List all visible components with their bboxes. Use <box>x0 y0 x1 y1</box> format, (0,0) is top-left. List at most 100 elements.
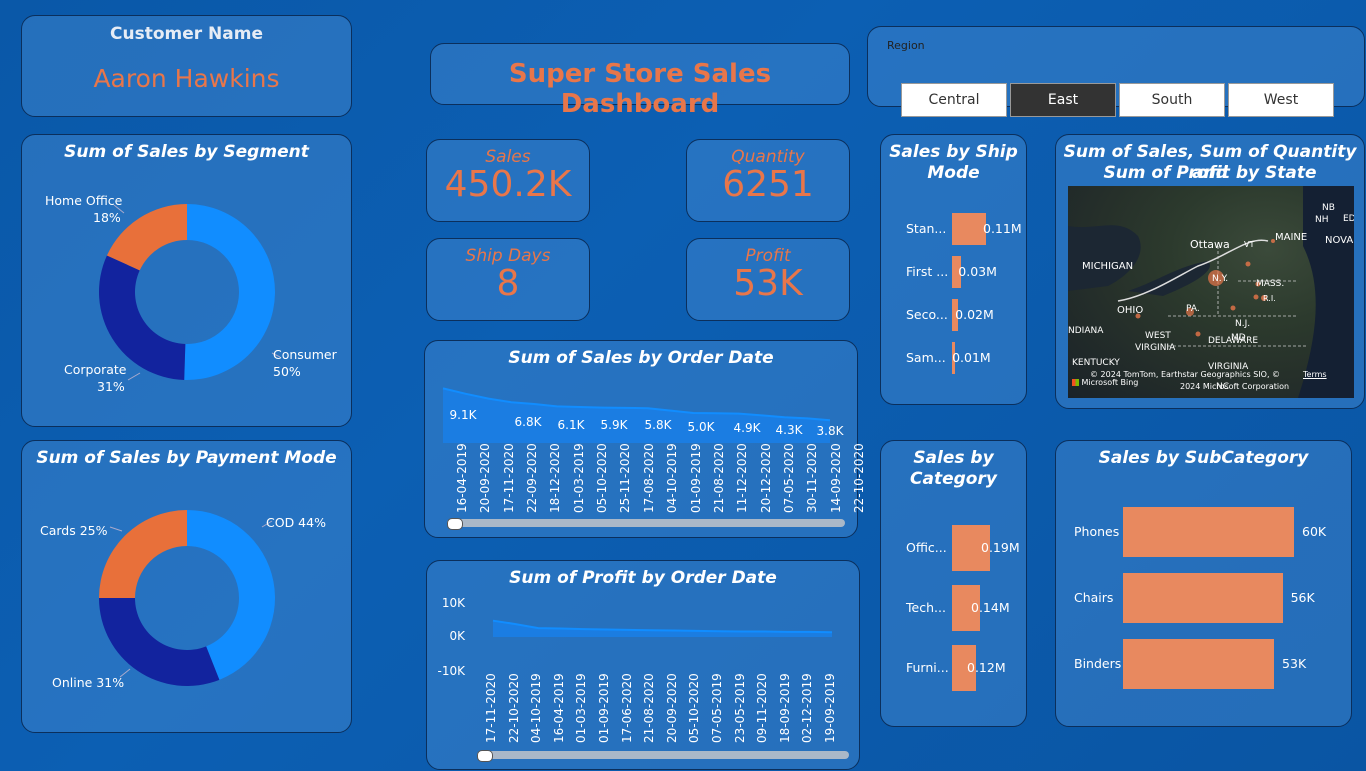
sales-date-tick: 20-12-2020 <box>758 443 773 513</box>
sales-data-label: 5.8K <box>645 418 673 432</box>
map-bubble[interactable] <box>1253 294 1259 300</box>
profit-date-chart-card: Sum of Profit by Order Date 10K 0K -10K 17… <box>426 560 860 770</box>
bar-data-label: 0.01M <box>952 350 991 365</box>
donut-slice-consumer[interactable] <box>184 204 276 380</box>
sales-date-tick: 07-05-2020 <box>781 443 796 513</box>
map-place-label: MASS. <box>1256 279 1285 289</box>
sales-date-tick: 18-12-2020 <box>548 443 563 513</box>
sales-date-tick: 17-11-2020 <box>501 443 516 513</box>
sales-data-label: 6.8K <box>515 415 543 429</box>
payment-chart-card: Sum of Sales by Payment Mode Cards 25% C… <box>21 440 352 733</box>
sales-date-tick: 20-09-2020 <box>478 443 493 513</box>
segment-label-home: Home Office <box>45 193 123 208</box>
bar[interactable] <box>1123 639 1275 689</box>
map-place-label: N.Y. <box>1212 274 1229 284</box>
sales-data-label: 5.9K <box>601 418 629 432</box>
lake-shape <box>1068 225 1141 291</box>
sales-date-tick: 25-11-2020 <box>618 443 633 513</box>
map-place-label: PA. <box>1186 304 1200 314</box>
region-option-west[interactable]: West <box>1228 83 1334 117</box>
map-place-label: ED <box>1343 214 1354 224</box>
profit-date-tick: 09-11-2020 <box>755 673 770 743</box>
ship-mode-chart-card: Sales by Ship Mode Stan... 0.11M First ...… <box>880 134 1027 405</box>
region-option-central[interactable]: Central <box>901 83 1007 117</box>
map-terms-link[interactable]: Terms <box>1303 370 1327 379</box>
map-view[interactable]: Ottawa MAINE MICHIGAN N.Y. MASS. OHIO PA. N.J. W… <box>1068 186 1354 398</box>
sales-data-label: 9.1K <box>450 408 478 422</box>
leader-line <box>127 372 141 381</box>
scrollbar-thumb[interactable] <box>447 518 463 530</box>
region-slicer: Region Central East South West <box>867 26 1365 117</box>
bar-data-label: 60K <box>1302 524 1327 539</box>
category-title-2: Category <box>910 469 997 489</box>
bar-data-label: 0.19M <box>981 540 1020 555</box>
region-option-east[interactable]: East <box>1010 83 1116 117</box>
segment-label-consumer: Consumer <box>273 347 337 362</box>
map-place-label: WEST <box>1145 331 1171 341</box>
subcategory-title: Sales by SubCategory <box>1098 448 1309 468</box>
subcategory-chart-card: Sales by SubCategory Phones 60K Chairs 56K B… <box>1055 440 1352 727</box>
profit-chart-scrollbar[interactable] <box>477 750 849 762</box>
profit-date-tick: 01-03-2019 <box>574 673 589 743</box>
map-place-label: MAINE <box>1275 232 1308 243</box>
map-bubble[interactable] <box>1245 261 1251 267</box>
donut-slice-online[interactable] <box>99 598 220 686</box>
map-card: Sum of Sales, Sum of Quantity and Sum of… <box>1055 134 1365 409</box>
map-place-label: VT <box>1244 240 1255 249</box>
kpi-sales: Sales 450.2K <box>426 139 590 222</box>
segment-pct-home: 18% <box>93 210 121 225</box>
category-title-1: Sales by <box>913 448 994 468</box>
map-place-label: R.I. <box>1263 294 1276 303</box>
segment-pct-consumer: 50% <box>273 364 301 379</box>
segment-chart-card: Sum of Sales by Segment Home Office 18% … <box>21 134 352 427</box>
bing-logo: Microsoft Bing <box>1072 378 1138 387</box>
bar-data-label: 0.11M <box>983 221 1022 236</box>
bar-category-label: Tech... <box>906 600 946 615</box>
map-bubble[interactable] <box>1230 305 1236 311</box>
bar-data-label: 0.03M <box>958 264 997 279</box>
region-option-south[interactable]: South <box>1119 83 1225 117</box>
profit-date-tick: 22-10-2020 <box>506 673 521 743</box>
kpi-profit-value: 53K <box>733 263 803 304</box>
sales-date-tick: 05-10-2020 <box>595 443 610 513</box>
bar[interactable] <box>952 213 986 245</box>
bar[interactable] <box>1123 507 1294 557</box>
payment-label-cod: COD 44% <box>266 515 326 530</box>
customer-card: Customer Name Aaron Hawkins <box>21 15 352 117</box>
sales-date-chart-card: Sum of Sales by Order Date 9.1K 6.8K 6.1K 5… <box>424 340 866 538</box>
bing-label: Microsoft Bing <box>1081 378 1139 387</box>
profit-y-tick: -10K <box>438 664 467 678</box>
map-bubble[interactable] <box>1195 331 1201 337</box>
map-place-label: N.J. <box>1235 319 1251 329</box>
bar-category-label: Phones <box>1074 524 1120 539</box>
sales-date-tick: 04-10-2019 <box>665 443 680 513</box>
map-place-label: KENTUCKY <box>1072 358 1120 368</box>
scrollbar-thumb[interactable] <box>477 750 493 762</box>
kpi-profit: Profit 53K <box>686 238 850 321</box>
profit-date-tick: 17-06-2020 <box>619 673 634 743</box>
sales-date-tick: 14-09-2020 <box>828 443 843 513</box>
profit-date-tick: 01-09-2019 <box>597 673 611 743</box>
ship-mode-title-1: Sales by Ship <box>889 142 1018 162</box>
donut-slice-cards[interactable] <box>99 510 187 598</box>
profit-date-tick: 20-09-2020 <box>664 673 679 743</box>
microsoft-logo-icon <box>1072 379 1079 386</box>
map-title-2: Sum of Profit by State <box>1103 163 1317 183</box>
payment-donut[interactable] <box>22 441 353 734</box>
map-place-label: Ottawa <box>1190 238 1230 251</box>
profit-date-tick: 05-10-2020 <box>687 673 702 743</box>
bar-data-label: 0.12M <box>967 660 1006 675</box>
profit-y-tick: 0K <box>449 629 466 643</box>
map-place-label: VIRGINIA <box>1135 343 1176 353</box>
profit-date-tick: 18-09-2019 <box>777 673 792 743</box>
sales-date-tick: 01-03-2019 <box>571 443 586 513</box>
kpi-ship-days: Ship Days 8 <box>426 238 590 321</box>
map-place-label: NH <box>1315 215 1329 225</box>
sales-chart-scrollbar[interactable] <box>447 518 845 530</box>
profit-date-tick: 02-12-2019 <box>800 673 815 743</box>
region-label: Region <box>887 39 925 52</box>
sales-date-tick: 11-12-2020 <box>735 443 750 513</box>
profit-y-tick: 10K <box>442 596 466 610</box>
segment-donut[interactable] <box>22 135 353 428</box>
bar[interactable] <box>1123 573 1283 623</box>
